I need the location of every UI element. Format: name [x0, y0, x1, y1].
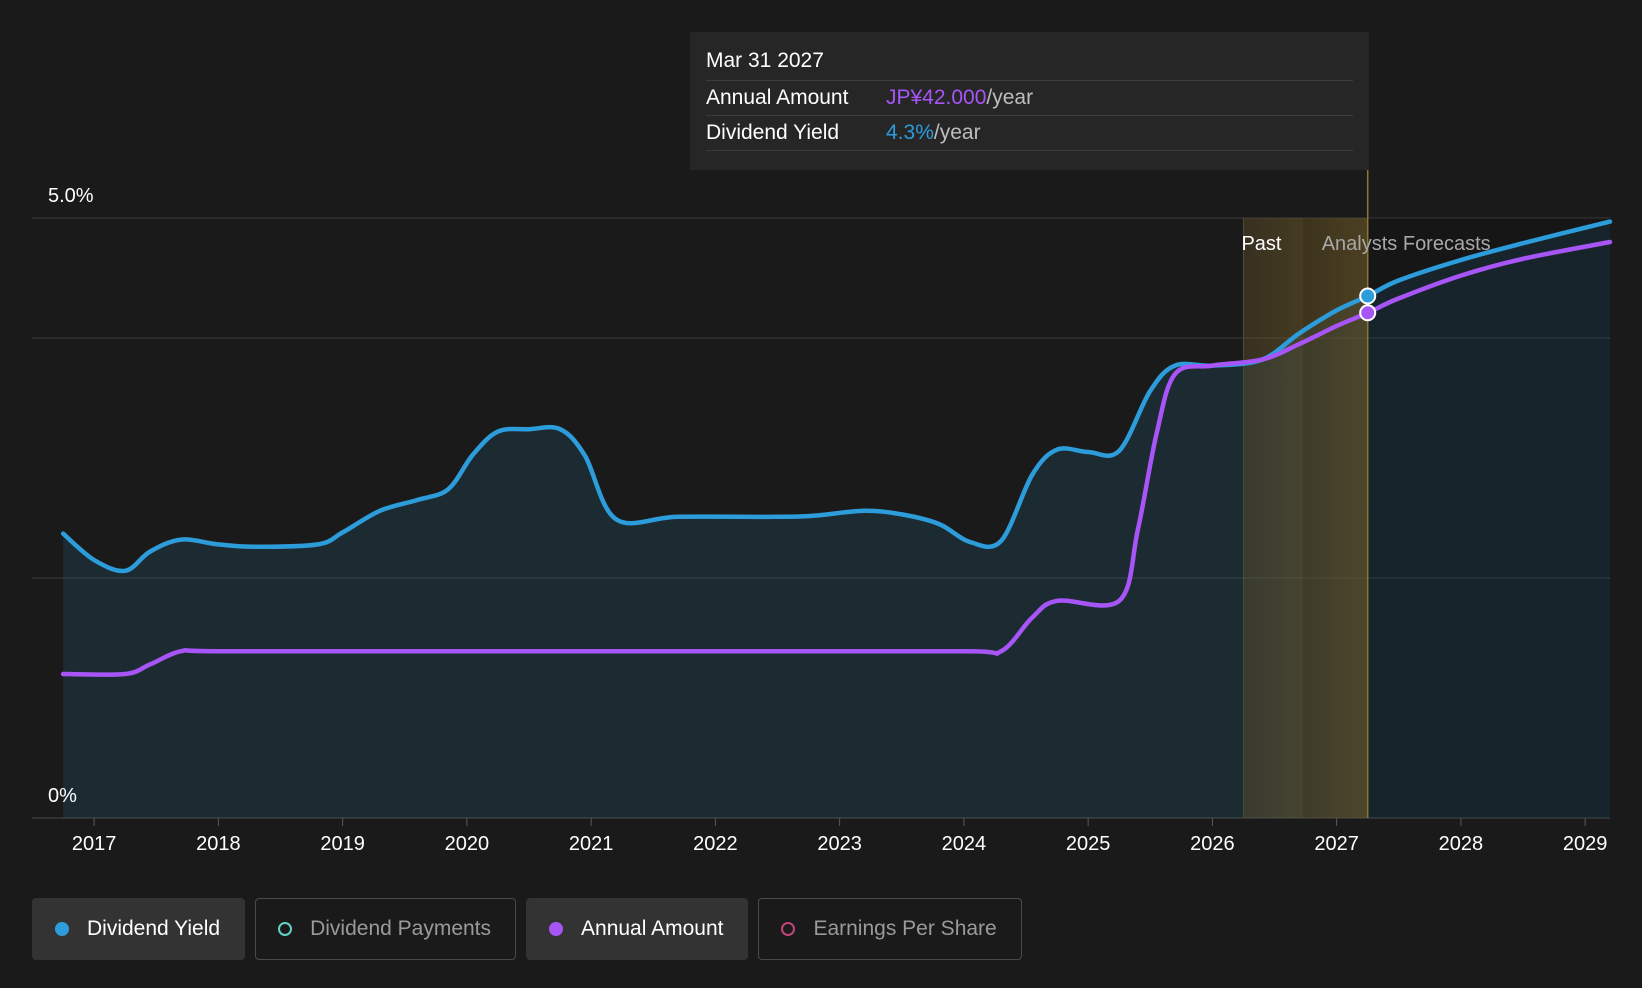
- legend-label: Dividend Payments: [310, 917, 492, 940]
- x-axis: 2017 2018 2019 2020 2021 2022 2023 2024 2025 2026…: [72, 818, 1608, 855]
- legend-dot-icon: [278, 922, 293, 936]
- legend-dividend-payments[interactable]: Dividend Payments: [255, 898, 517, 960]
- tooltip-value: JP¥42.000: [886, 86, 987, 109]
- legend-label: Earnings Per Share: [813, 917, 997, 940]
- marker-dividend-yield: [1359, 287, 1377, 305]
- tooltip-unit: /year: [986, 86, 1034, 109]
- legend-earnings-per-share[interactable]: Earnings Per Share: [758, 898, 1022, 960]
- tooltip-label: Annual Amount: [706, 86, 849, 109]
- x-tick-label: 2028: [1439, 833, 1484, 855]
- x-tick-label: 2027: [1314, 833, 1359, 855]
- past-label: Past: [1241, 233, 1281, 255]
- legend-annual-amount[interactable]: Annual Amount: [526, 898, 749, 960]
- marker-annual-amount: [1359, 304, 1377, 322]
- x-tick-label: 2029: [1563, 833, 1608, 855]
- tooltip-date: Mar 31 2027: [706, 46, 1353, 81]
- x-tick-label: 2025: [1066, 833, 1111, 855]
- tooltip-row-dividend-yield: Dividend Yield 4.3% /year: [706, 116, 1353, 151]
- legend-dot-icon: [549, 922, 564, 936]
- legend-label: Annual Amount: [581, 917, 724, 940]
- legend-dot-icon: [781, 922, 796, 936]
- x-tick-label: 2021: [569, 833, 614, 855]
- x-tick-label: 2023: [817, 833, 862, 855]
- y-tick-label: 5.0%: [48, 185, 94, 207]
- past-forecast-band: Past Analysts Forecasts: [1241, 170, 1610, 818]
- x-tick-label: 2024: [942, 833, 987, 855]
- forecast-label: Analysts Forecasts: [1322, 233, 1491, 255]
- x-tick-label: 2026: [1190, 833, 1235, 855]
- chart-legend: Dividend Yield Dividend Payments Annual …: [32, 898, 1022, 960]
- legend-dot-icon: [55, 922, 69, 936]
- forecast-region: [1303, 218, 1610, 818]
- x-tick-label: 2019: [320, 833, 365, 855]
- x-tick-label: 2022: [693, 833, 738, 855]
- y-tick-label: 0%: [48, 785, 77, 807]
- chart-tooltip: Mar 31 2027 Annual Amount JP¥42.000 /yea…: [690, 32, 1369, 170]
- x-tick-label: 2017: [72, 833, 117, 855]
- legend-dividend-yield[interactable]: Dividend Yield: [32, 898, 246, 960]
- x-tick-label: 2020: [445, 833, 490, 855]
- x-tick-label: 2018: [196, 833, 241, 855]
- tooltip-value: 4.3%: [886, 121, 934, 144]
- tooltip-unit: /year: [933, 121, 981, 144]
- tooltip-row-annual-amount: Annual Amount JP¥42.000 /year: [706, 81, 1353, 116]
- legend-label: Dividend Yield: [87, 917, 221, 940]
- tooltip-label: Dividend Yield: [706, 121, 840, 144]
